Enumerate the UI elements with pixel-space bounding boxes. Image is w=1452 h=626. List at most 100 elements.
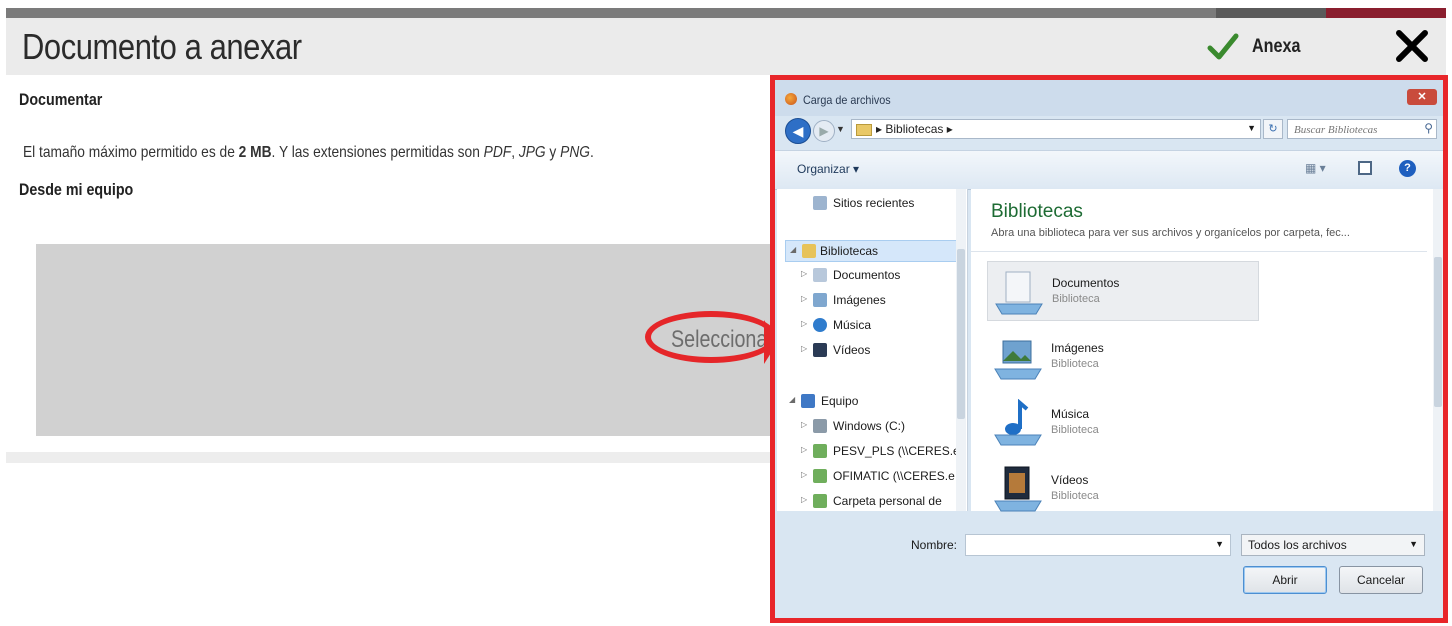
nav-network-share[interactable]: ▷ Carpeta personal de xyxy=(777,491,959,511)
nav-computer[interactable]: ◢ Equipo xyxy=(777,391,959,413)
network-drive-icon xyxy=(813,469,827,483)
search-icon[interactable]: ⚲ xyxy=(1424,121,1433,135)
page-title: Documento a anexar xyxy=(22,26,302,67)
folder-icon xyxy=(856,124,872,136)
nav-scrollbar[interactable] xyxy=(956,189,966,511)
highlight-ellipse xyxy=(645,311,777,363)
address-bar[interactable]: ▸ Bibliotecas ▸ ▼ xyxy=(851,119,1261,139)
view-options-icon[interactable]: ▦ ▾ xyxy=(1305,161,1337,177)
attach-button[interactable]: Anexa xyxy=(1206,30,1309,64)
ext-pdf: PDF xyxy=(483,144,512,161)
close-icon[interactable] xyxy=(1394,28,1430,64)
nav-libraries-label: Bibliotecas xyxy=(820,244,879,258)
help-icon[interactable]: ? xyxy=(1399,160,1416,177)
music-library-icon xyxy=(994,399,1042,446)
library-type: Biblioteca xyxy=(1051,424,1099,436)
library-name: Vídeos xyxy=(1051,473,1089,487)
library-name: Imágenes xyxy=(1051,341,1104,355)
library-type: Biblioteca xyxy=(1052,293,1100,305)
organize-menu[interactable]: Organizar ▾ xyxy=(797,162,859,176)
ext-png: PNG xyxy=(560,144,590,161)
forward-arrow-icon[interactable]: ▶ xyxy=(813,120,835,142)
content-scrollbar[interactable] xyxy=(1433,189,1443,511)
recent-places-icon xyxy=(813,196,827,210)
library-type: Biblioteca xyxy=(1051,490,1099,502)
collapse-arrow-icon[interactable]: ▷ xyxy=(801,294,807,303)
top-strip xyxy=(6,8,1446,18)
filename-label: Nombre: xyxy=(911,538,958,552)
content-description: Abra una biblioteca para ver sus archivo… xyxy=(991,227,1350,239)
history-dropdown-icon[interactable]: ▼ xyxy=(836,124,845,134)
collapse-arrow-icon[interactable]: ▷ xyxy=(801,495,807,504)
library-documents[interactable]: Documentos Biblioteca xyxy=(987,261,1259,321)
cancel-button[interactable]: Cancelar xyxy=(1339,566,1423,594)
open-button[interactable]: Abrir xyxy=(1243,566,1327,594)
modal-header: Documento a anexar Anexa xyxy=(6,18,1446,75)
nav-computer-label: Equipo xyxy=(821,394,859,408)
collapse-arrow-icon[interactable]: ▷ xyxy=(801,319,807,328)
breadcrumb[interactable]: ▸ Bibliotecas ▸ xyxy=(876,122,953,136)
videos-icon xyxy=(813,343,827,357)
search-input[interactable] xyxy=(1292,121,1416,139)
nav-share2-label: OFIMATIC (\\CERES.e xyxy=(833,469,955,483)
nav-share3-label: Carpeta personal de xyxy=(833,494,942,508)
file-type-value: Todos los archivos xyxy=(1248,538,1347,552)
nav-network-share[interactable]: ▷ OFIMATIC (\\CERES.e xyxy=(777,466,959,488)
nav-images[interactable]: ▷ Imágenes xyxy=(777,290,959,312)
top-strip-segment xyxy=(1216,8,1326,18)
content-title: Bibliotecas xyxy=(991,201,1083,222)
upload-constraints: El tamaño máximo permitido es de 2 MB. Y… xyxy=(23,144,594,162)
library-type: Biblioteca xyxy=(1051,358,1099,370)
library-videos[interactable]: Vídeos Biblioteca xyxy=(987,459,1259,519)
nav-network-share[interactable]: ▷ PESV_PLS (\\CERES.ec xyxy=(777,441,959,463)
source-title: Desde mi equipo xyxy=(19,180,134,199)
navigation-pane: Sitios recientes ◢ Bibliotecas ▷ Documen… xyxy=(777,189,968,511)
nav-scrollbar-thumb[interactable] xyxy=(957,249,965,419)
chevron-down-icon[interactable]: ▼ xyxy=(1247,123,1256,133)
network-drive-icon xyxy=(813,444,827,458)
dialog-titlebar: Carga de archivos ✕ xyxy=(775,80,1443,116)
videos-library-icon xyxy=(994,466,1042,512)
filename-field[interactable]: ▼ xyxy=(965,534,1231,556)
library-music[interactable]: Música Biblioteca xyxy=(987,393,1259,453)
dialog-toolbar: Organizar ▾ ▦ ▾ ? xyxy=(775,150,1443,190)
chevron-down-icon[interactable]: ▼ xyxy=(1215,539,1224,549)
file-type-select[interactable]: Todos los archivos ▼ xyxy=(1241,534,1425,556)
file-upload-dialog: Carga de archivos ✕ ◀ ▶ ▼ ▸ Bibliotecas … xyxy=(775,80,1443,618)
info-prefix: El tamaño máximo permitido es de xyxy=(23,144,239,161)
nav-share1-label: PESV_PLS (\\CERES.ec xyxy=(833,444,959,458)
dialog-close-button[interactable]: ✕ xyxy=(1407,89,1437,105)
nav-drive-c[interactable]: ▷ Windows (C:) xyxy=(777,416,959,438)
collapse-arrow-icon[interactable]: ▷ xyxy=(801,344,807,353)
preview-pane-icon[interactable] xyxy=(1358,161,1372,175)
firefox-icon xyxy=(785,93,797,105)
images-icon xyxy=(813,293,827,307)
refresh-icon[interactable]: ↻ xyxy=(1263,119,1283,139)
content-scrollbar-thumb[interactable] xyxy=(1434,257,1442,407)
search-box[interactable]: ⚲ xyxy=(1287,119,1437,139)
ext-jpg: JPG xyxy=(518,144,546,161)
collapse-arrow-icon[interactable]: ▷ xyxy=(801,420,807,429)
info-middle: . Y las extensiones permitidas son xyxy=(271,144,484,161)
section-divider xyxy=(6,452,776,463)
library-name: Música xyxy=(1051,407,1090,421)
expand-arrow-icon[interactable]: ◢ xyxy=(789,395,795,404)
library-name: Documentos xyxy=(1052,276,1120,290)
nav-recent-places[interactable]: Sitios recientes xyxy=(777,193,959,215)
nav-videos[interactable]: ▷ Vídeos xyxy=(777,340,959,362)
chevron-down-icon[interactable]: ▼ xyxy=(1409,539,1418,549)
collapse-arrow-icon[interactable]: ▷ xyxy=(801,445,807,454)
collapse-arrow-icon[interactable]: ▷ xyxy=(801,470,807,479)
nav-music[interactable]: ▷ Música xyxy=(777,315,959,337)
nav-recent-label: Sitios recientes xyxy=(833,196,915,210)
back-arrow-icon[interactable]: ◀ xyxy=(785,118,811,144)
attach-button-label: Anexa xyxy=(1252,36,1301,57)
library-images[interactable]: Imágenes Biblioteca xyxy=(987,327,1259,387)
nav-documents[interactable]: ▷ Documentos xyxy=(777,265,959,287)
library-content: Bibliotecas Abra una biblioteca para ver… xyxy=(971,189,1433,512)
top-strip-accent xyxy=(1326,8,1446,18)
nav-libraries[interactable]: ◢ Bibliotecas xyxy=(785,240,957,262)
filename-input[interactable] xyxy=(968,536,1208,556)
expand-arrow-icon[interactable]: ◢ xyxy=(790,245,796,254)
collapse-arrow-icon[interactable]: ▷ xyxy=(801,269,807,278)
